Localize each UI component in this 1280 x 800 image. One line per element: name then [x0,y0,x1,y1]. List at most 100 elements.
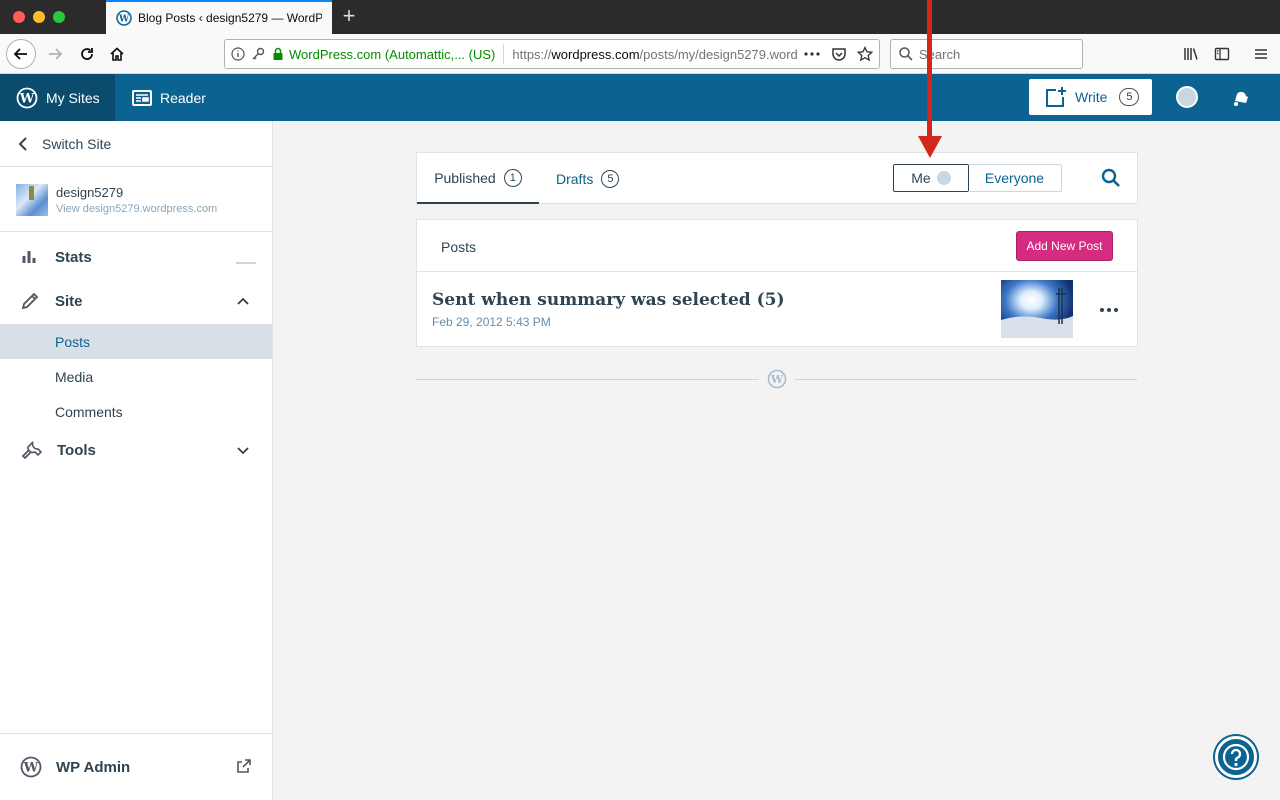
ellipsis-icon [1100,308,1118,312]
sidebar-item-stats[interactable]: Stats [0,235,272,279]
list-end-marker: W [759,368,795,390]
search-icon[interactable] [1101,168,1121,188]
info-icon[interactable] [231,47,245,61]
arrow-left-icon [13,48,27,60]
annotation-arrow-shaft [927,0,932,140]
svg-text:W: W [770,373,784,386]
sidebar-item-site[interactable]: Site [0,279,272,323]
write-post-icon [1046,87,1066,107]
posts-section-nav: Published 1 Drafts 5 Me Everyone [416,152,1138,204]
tab-title: Blog Posts ‹ design5279 — WordPress.com [138,11,322,25]
notifications-bell-icon[interactable] [1229,85,1253,109]
post-actions-button[interactable] [1097,300,1121,320]
browser-navbar: WordPress.com (Automattic,... (US) https… [0,34,1280,74]
write-label: Write [1075,89,1108,105]
back-button[interactable] [6,39,36,69]
sidebar-item-comments[interactable]: Comments [0,394,272,429]
svg-text:W: W [19,91,35,106]
site-icon [16,184,48,216]
stats-icon [22,251,36,263]
write-drafts-count: 5 [1119,88,1140,106]
add-new-post-button[interactable]: Add New Post [1016,231,1113,261]
tab-label: Published [434,169,496,186]
page-actions-icon[interactable] [803,47,821,61]
reload-button[interactable] [72,39,102,69]
forward-button[interactable] [40,39,70,69]
zoom-window-button[interactable] [53,11,65,23]
site-identity: WordPress.com (Automattic,... (US) [289,46,496,62]
sidebar-item-posts[interactable]: Posts [0,324,272,359]
browser-tab[interactable]: W Blog Posts ‹ design5279 — WordPress.co… [106,0,332,34]
posts-header-label: Posts [441,239,477,255]
help-question-icon [1222,743,1250,771]
sidebar-item-label: Posts [55,333,91,350]
pocket-icon[interactable] [831,46,847,62]
browser-search-input[interactable] [919,46,1069,62]
home-icon [110,47,124,61]
posts-list-header: Posts Add New Post [416,219,1138,272]
tab-drafts[interactable]: Drafts 5 [556,153,620,204]
switch-site-button[interactable]: Switch Site [0,121,272,167]
wordpress-logo-icon: W [767,369,787,389]
author-filter-everyone[interactable]: Everyone [968,164,1062,192]
author-filter-me-label: Me [911,170,931,186]
menu-button[interactable] [1246,39,1276,69]
write-button[interactable]: Write 5 [1029,79,1152,115]
url-path: /posts/my/design5279.wordpress.com [639,46,797,62]
sidebar-item-tools[interactable]: Tools [0,428,272,472]
url-text[interactable]: https://wordpress.com/posts/my/design527… [512,47,797,62]
lock-icon [273,47,283,60]
sidebar-item-media[interactable]: Media [0,359,272,394]
user-avatar[interactable] [1176,86,1198,108]
url-host: wordpress.com [551,46,640,62]
help-button[interactable] [1215,736,1257,778]
reload-icon [81,48,93,60]
browser-search-bar[interactable] [890,39,1083,69]
my-sites-button[interactable]: W My Sites [0,74,115,121]
post-date: Feb 29, 2012 5:43 PM [432,315,551,329]
url-bar[interactable]: WordPress.com (Automattic,... (US) https… [224,39,880,69]
svg-text:W: W [118,15,130,25]
chevron-down-icon [237,447,249,455]
post-list-item[interactable]: Sent when summary was selected (5) Feb 2… [416,271,1138,347]
minimize-window-button[interactable] [33,11,45,23]
sidebar-item-label: Site [55,292,83,310]
reader-button[interactable]: Reader [132,74,206,121]
bookmark-star-icon[interactable] [857,46,873,62]
wp-admin-link[interactable]: W WP Admin [0,733,272,800]
site-url[interactable]: View design5279.wordpress.com [56,203,217,215]
library-button[interactable] [1176,39,1206,69]
browser-titlebar: W Blog Posts ‹ design5279 — WordPress.co… [0,0,1280,34]
drafts-count-badge: 5 [601,169,620,188]
wrench-icon [21,441,42,460]
sidebar: Switch Site design5279 View design5279.w… [0,121,273,800]
site-name: design5279 [56,185,124,200]
chevron-left-icon [18,136,27,151]
stats-sparkline [236,262,256,264]
wordpress-logo-icon: W [16,87,38,108]
tab-published[interactable]: Published 1 [417,153,539,204]
close-window-button[interactable] [13,11,25,23]
sidebar-toggle-button[interactable] [1207,39,1237,69]
chevron-up-icon [237,297,249,305]
url-separator [503,44,505,64]
avatar [936,171,951,185]
sidebar-item-label: Media [55,368,94,385]
annotation-arrow-head [918,136,942,158]
published-count-badge: 1 [503,168,522,187]
new-tab-button[interactable]: + [336,3,362,29]
current-site-card[interactable]: design5279 View design5279.wordpress.com [0,168,272,232]
svg-text:W: W [23,761,39,776]
wordpress-logo-icon: W [20,756,42,778]
external-link-icon [237,759,251,773]
post-title[interactable]: Sent when summary was selected (5) [432,290,785,310]
key-icon[interactable] [251,47,265,61]
post-featured-image[interactable] [1001,280,1073,338]
wordpress-favicon-icon: W [116,10,132,26]
home-button[interactable] [102,39,132,69]
author-filter-me[interactable]: Me [893,164,969,192]
author-filter-everyone-label: Everyone [984,170,1045,186]
search-icon [899,47,913,61]
my-sites-label: My Sites [46,89,100,106]
reader-label: Reader [160,89,206,106]
